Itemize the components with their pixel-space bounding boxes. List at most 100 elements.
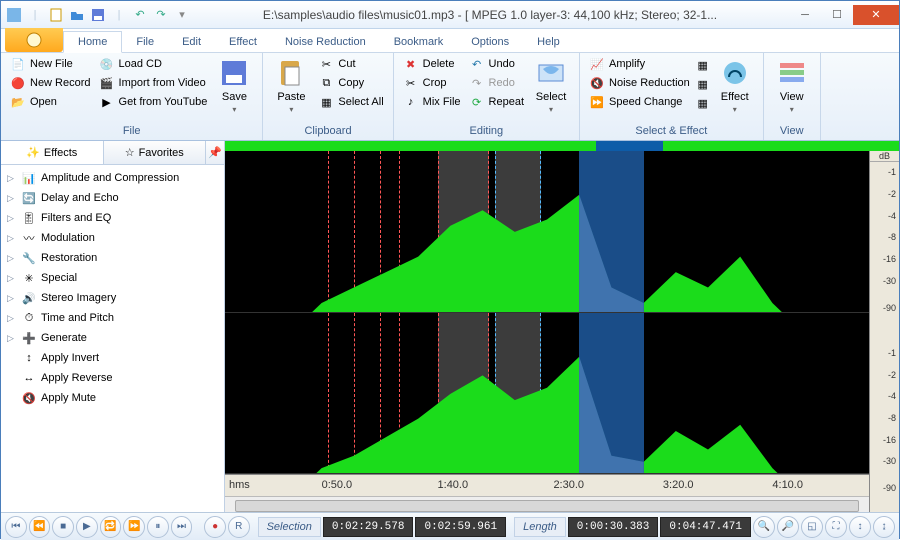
select-button[interactable]: Select▾ bbox=[529, 55, 573, 116]
mix-file-button[interactable]: ♪Mix File bbox=[400, 93, 464, 111]
selection-region[interactable] bbox=[579, 151, 643, 312]
effects-tree[interactable]: ▷📊Amplitude and Compression ▷🔄Delay and … bbox=[1, 165, 224, 512]
tree-item[interactable]: ▷➕Generate bbox=[3, 328, 222, 348]
modulation-icon: 〰 bbox=[21, 230, 37, 246]
tab-options[interactable]: Options bbox=[457, 32, 523, 52]
close-button[interactable]: ✕ bbox=[853, 5, 899, 25]
zoom-in-v-button[interactable]: ↕ bbox=[849, 516, 871, 538]
tree-item[interactable]: ▷📊Amplitude and Compression bbox=[3, 168, 222, 188]
qat-undo-icon[interactable]: ↶ bbox=[131, 6, 149, 24]
ribbon-group-select-effect: 📈Amplify 🔇Noise Reduction ⏩Speed Change … bbox=[580, 53, 764, 140]
amplify-button[interactable]: 📈Amplify bbox=[586, 55, 693, 73]
rewind-button[interactable]: ⏪ bbox=[29, 516, 51, 538]
copy-icon: ⧉ bbox=[318, 75, 334, 91]
play-button[interactable]: ▶ bbox=[76, 516, 98, 538]
time-ruler[interactable]: hms 0:50.0 1:40.0 2:30.0 3:20.0 4:10.0 bbox=[225, 474, 869, 496]
goto-end-button[interactable]: ⏭ bbox=[171, 516, 193, 538]
pause-button[interactable]: ⏸ bbox=[147, 516, 169, 538]
qat-redo-icon[interactable]: ↷ bbox=[152, 6, 170, 24]
tab-edit[interactable]: Edit bbox=[168, 32, 215, 52]
length-value: 0:00:30.383 bbox=[568, 517, 659, 537]
select-all-button[interactable]: ▦Select All bbox=[315, 93, 386, 111]
undo-button[interactable]: ↶Undo bbox=[466, 55, 527, 73]
timeline-overview[interactable] bbox=[225, 141, 899, 151]
horizontal-scrollbar[interactable] bbox=[225, 496, 869, 512]
cut-button[interactable]: ✂Cut bbox=[315, 55, 386, 73]
open-button[interactable]: 📂Open bbox=[7, 93, 94, 111]
youtube-icon: ▶ bbox=[99, 94, 115, 110]
tree-item[interactable]: 🔇Apply Mute bbox=[3, 388, 222, 408]
tree-item[interactable]: ↔Apply Reverse bbox=[3, 368, 222, 388]
paste-button[interactable]: Paste▾ bbox=[269, 55, 313, 116]
selection-end-value: 0:02:59.961 bbox=[415, 517, 506, 537]
save-button[interactable]: Save▾ bbox=[212, 55, 256, 116]
effect-small-icon-3[interactable]: ▦ bbox=[695, 95, 711, 111]
import-video-button[interactable]: 🎬Import from Video bbox=[96, 74, 211, 92]
tab-effect[interactable]: Effect bbox=[215, 32, 271, 52]
eq-icon: 🎚 bbox=[21, 210, 37, 226]
effect-small-icon-1[interactable]: ▦ bbox=[695, 57, 711, 73]
qat-sep2: | bbox=[110, 6, 128, 24]
ribbon-group-file: 📄New File 🔴New Record 📂Open 💿Load CD 🎬Im… bbox=[1, 53, 263, 140]
fast-forward-button[interactable]: ⏩ bbox=[123, 516, 145, 538]
qat-new-icon[interactable] bbox=[47, 6, 65, 24]
tree-item[interactable]: ▷🔊Stereo Imagery bbox=[3, 288, 222, 308]
zoom-fit-button[interactable]: ⛶ bbox=[825, 516, 847, 538]
qat-save-icon[interactable] bbox=[89, 6, 107, 24]
sidebar-tab-effects[interactable]: ✨Effects bbox=[1, 141, 104, 164]
ribbon-group-view: View▾ View bbox=[764, 53, 821, 140]
goto-start-button[interactable]: ⏮ bbox=[5, 516, 27, 538]
qat-dropdown-icon[interactable]: ▾ bbox=[173, 6, 191, 24]
load-cd-button[interactable]: 💿Load CD bbox=[96, 55, 211, 73]
repeat-button[interactable]: ⟳Repeat bbox=[466, 93, 527, 111]
pin-icon[interactable]: 📌 bbox=[206, 141, 224, 164]
tree-item[interactable]: ▷⏱Time and Pitch bbox=[3, 308, 222, 328]
record-mode-button[interactable]: R bbox=[228, 516, 250, 538]
copy-button[interactable]: ⧉Copy bbox=[315, 74, 386, 92]
tab-bookmark[interactable]: Bookmark bbox=[380, 32, 458, 52]
titlebar: | | ↶ ↷ ▾ E:\samples\audio files\music01… bbox=[1, 1, 899, 29]
view-icon bbox=[776, 57, 808, 89]
get-youtube-button[interactable]: ▶Get from YouTube bbox=[96, 93, 211, 111]
zoom-selection-button[interactable]: ◱ bbox=[801, 516, 823, 538]
minimize-button[interactable]: ─ bbox=[789, 5, 821, 25]
tree-item[interactable]: ↕Apply Invert bbox=[3, 348, 222, 368]
tab-help[interactable]: Help bbox=[523, 32, 574, 52]
noise-reduction-button[interactable]: 🔇Noise Reduction bbox=[586, 74, 693, 92]
speed-change-button[interactable]: ⏩Speed Change bbox=[586, 93, 693, 111]
video-icon: 🎬 bbox=[99, 75, 115, 91]
tab-home[interactable]: Home bbox=[63, 31, 122, 53]
view-button[interactable]: View▾ bbox=[770, 55, 814, 116]
tab-noise-reduction[interactable]: Noise Reduction bbox=[271, 32, 380, 52]
sidebar-tab-favorites[interactable]: ☆Favorites bbox=[104, 141, 207, 164]
stop-button[interactable]: ■ bbox=[52, 516, 74, 538]
app-menu-button[interactable] bbox=[5, 28, 63, 52]
selection-region[interactable] bbox=[579, 313, 643, 474]
new-file-button[interactable]: 📄New File bbox=[7, 55, 94, 73]
loop-button[interactable]: 🔁 bbox=[100, 516, 122, 538]
zoom-out-h-button[interactable]: 🔎 bbox=[777, 516, 799, 538]
crop-button[interactable]: ✂Crop bbox=[400, 74, 464, 92]
maximize-button[interactable]: ☐ bbox=[821, 5, 853, 25]
qat-sep: | bbox=[26, 6, 44, 24]
waveform-left-channel[interactable] bbox=[225, 151, 869, 313]
delete-button[interactable]: ✖Delete bbox=[400, 55, 464, 73]
qat-open-icon[interactable] bbox=[68, 6, 86, 24]
tree-item[interactable]: ▷🔄Delay and Echo bbox=[3, 188, 222, 208]
record-button[interactable]: ● bbox=[204, 516, 226, 538]
effect-small-icon-2[interactable]: ▦ bbox=[695, 76, 711, 92]
select-region-icon bbox=[535, 57, 567, 89]
qat-app-icon[interactable] bbox=[5, 6, 23, 24]
zoom-in-h-button[interactable]: 🔍 bbox=[753, 516, 775, 538]
waveform-right-channel[interactable] bbox=[225, 313, 869, 475]
tree-item[interactable]: ▷🎚Filters and EQ bbox=[3, 208, 222, 228]
tree-item[interactable]: ▷✳Special bbox=[3, 268, 222, 288]
redo-button[interactable]: ↷Redo bbox=[466, 74, 527, 92]
sidebar-tabs: ✨Effects ☆Favorites 📌 bbox=[1, 141, 224, 165]
new-record-button[interactable]: 🔴New Record bbox=[7, 74, 94, 92]
tree-item[interactable]: ▷〰Modulation bbox=[3, 228, 222, 248]
tree-item[interactable]: ▷🔧Restoration bbox=[3, 248, 222, 268]
effect-button[interactable]: Effect▾ bbox=[713, 55, 757, 116]
amplify-icon: 📈 bbox=[589, 56, 605, 72]
tab-file[interactable]: File bbox=[122, 32, 168, 52]
